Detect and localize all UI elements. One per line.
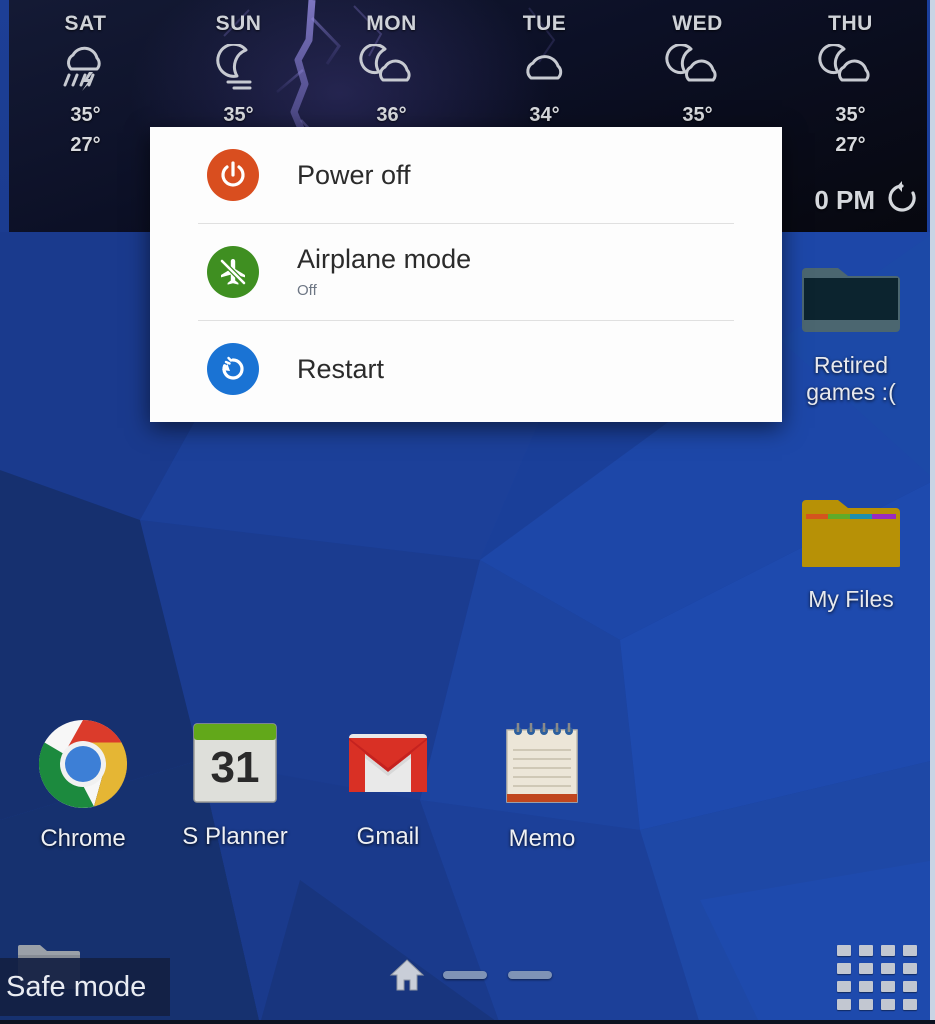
weather-day-label: SAT	[64, 12, 107, 35]
airplane-icon	[207, 246, 259, 298]
gmail-icon	[343, 718, 433, 813]
app-label: Gmail	[356, 823, 420, 850]
weather-day-label: SUN	[215, 12, 262, 35]
menu-item-status: Off	[297, 281, 317, 299]
refresh-icon[interactable]	[885, 181, 919, 220]
chrome-icon	[37, 718, 129, 815]
page-indicator-dot[interactable]	[508, 971, 552, 979]
power-icon	[207, 149, 259, 201]
safe-mode-label: Safe mode	[6, 970, 147, 1003]
folder-label: Retired games :(	[806, 352, 896, 406]
bottom-edge-border	[0, 1020, 935, 1024]
weather-day-label: WED	[672, 12, 723, 35]
svg-text:31: 31	[211, 743, 260, 792]
weather-day-column[interactable]: SAT 35° 27°	[9, 4, 162, 232]
moon-cloud-icon	[664, 44, 731, 92]
weather-low-temp: 27°	[70, 134, 101, 156]
weather-high-temp: 34°	[529, 104, 560, 126]
menu-item-power-off[interactable]: Power off	[150, 127, 782, 223]
menu-item-text: Restart	[297, 353, 385, 384]
weather-high-temp: 35°	[70, 104, 101, 126]
folder-dark-icon	[802, 258, 900, 343]
menu-item-label: Power off	[297, 159, 411, 190]
weather-day-label: MON	[366, 12, 417, 35]
weather-high-temp: 36°	[376, 104, 407, 126]
app-icon-gmail[interactable]: Gmail	[313, 718, 463, 851]
weather-high-temp: 35°	[835, 104, 866, 126]
weather-low-temp: 27°	[835, 134, 866, 156]
left-edge-strip	[0, 0, 9, 232]
app-label: S Planner	[182, 823, 288, 850]
folder-yellow-icon	[800, 492, 902, 577]
folder-retired-games[interactable]: Retired games :(	[776, 258, 926, 406]
app-label: Memo	[508, 825, 576, 852]
weather-day-label: TUE	[522, 12, 567, 35]
weather-time-label: 0 PM	[814, 185, 875, 215]
app-label: Chrome	[40, 825, 126, 852]
menu-item-text: Power off	[297, 159, 411, 190]
weather-time-row: 0 PM	[814, 181, 919, 220]
page-indicator-dot[interactable]	[443, 971, 487, 979]
right-edge-border	[930, 0, 935, 1024]
folder-my-files[interactable]: My Files	[776, 492, 926, 613]
apps-grid-icon[interactable]	[837, 945, 917, 1010]
menu-item-restart[interactable]: Restart	[150, 321, 782, 417]
folder-label: My Files	[808, 586, 894, 612]
app-icon-s-planner[interactable]: 31 S Planner	[160, 718, 310, 851]
weather-day-label: THU	[828, 12, 873, 35]
rain-thunder-icon	[55, 44, 117, 92]
moon-haze-icon	[208, 44, 270, 92]
menu-item-label: Restart	[297, 353, 385, 384]
safe-mode-toast: Safe mode	[0, 958, 170, 1016]
home-icon[interactable]	[388, 956, 426, 999]
menu-item-label: Airplane mode	[297, 244, 472, 275]
menu-item-text: Airplane mode Off	[297, 244, 472, 299]
power-options-dialog[interactable]: Power off Airplane mode Off Restart	[150, 127, 782, 422]
app-icon-memo[interactable]: Memo	[467, 718, 617, 853]
menu-item-airplane-mode[interactable]: Airplane mode Off	[150, 224, 782, 320]
cloud-icon	[514, 44, 576, 92]
restart-icon	[207, 343, 259, 395]
moon-cloud-icon	[817, 44, 884, 92]
weather-high-temp: 35°	[223, 104, 254, 126]
app-icon-chrome[interactable]: Chrome	[8, 718, 158, 853]
memo-icon	[497, 718, 587, 815]
android-home-screen: SAT 35° 27° SUN 35° MON 36° TUE 34° WED …	[0, 0, 935, 1024]
moon-cloud-icon	[358, 44, 425, 92]
calendar-icon: 31	[190, 718, 280, 813]
weather-high-temp: 35°	[682, 104, 713, 126]
